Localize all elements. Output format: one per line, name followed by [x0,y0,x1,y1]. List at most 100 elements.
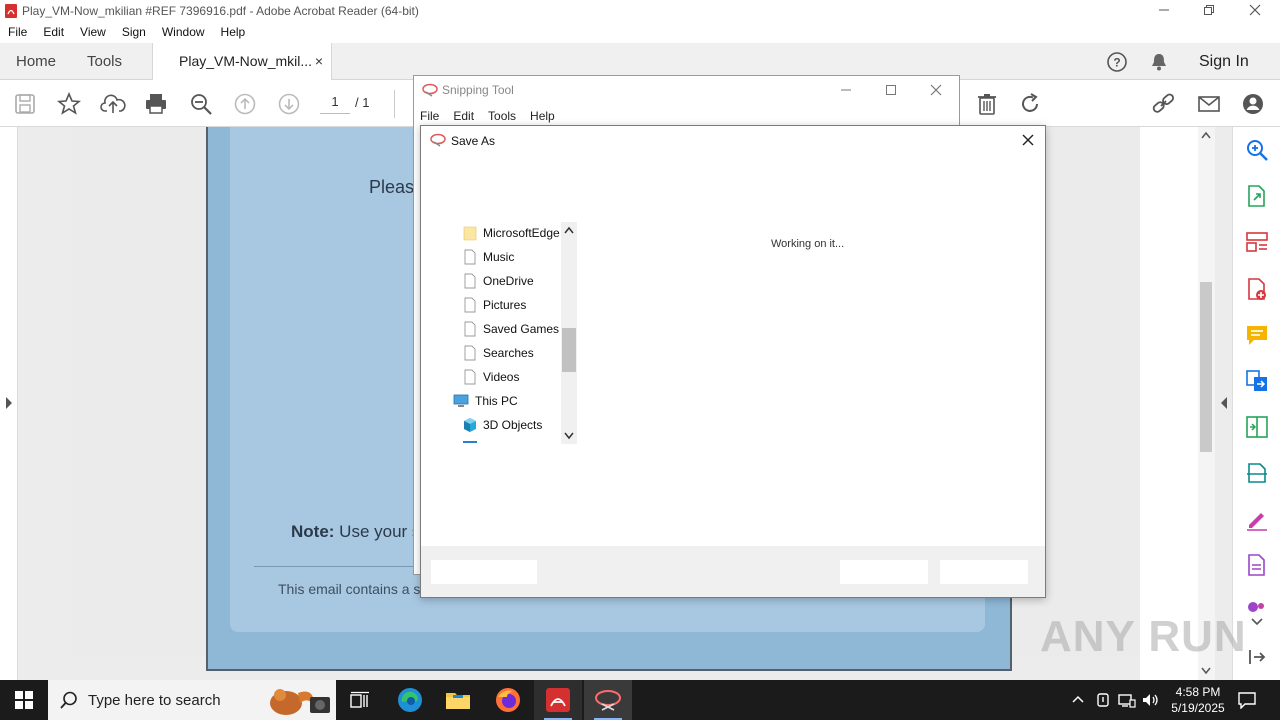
snip-menu-file[interactable]: File [420,109,439,123]
volume-icon[interactable] [1142,692,1160,708]
upload-cloud-icon[interactable] [100,91,126,117]
scan-ocr-icon[interactable] [1245,461,1269,485]
help-icon[interactable]: ? [1106,51,1128,73]
save-button[interactable] [840,560,928,584]
fill-sign-icon[interactable] [1245,507,1269,531]
start-button[interactable] [0,680,48,720]
sign-in-button[interactable]: Sign In [1199,43,1249,80]
folder-icon [463,226,477,241]
scrollbar-thumb[interactable] [1200,282,1212,452]
expand-left-panel-icon[interactable] [5,396,13,410]
tree-item-label: Searches [483,346,534,360]
scroll-down-icon[interactable] [1201,667,1211,675]
combine-files-icon[interactable] [1245,369,1269,393]
snip-minimize-icon[interactable] [840,84,852,96]
edit-pdf-icon[interactable] [1245,415,1269,439]
acrobat-taskbar-button[interactable] [534,680,582,720]
share-user-icon[interactable] [1240,91,1266,117]
folder-tree-scrollbar[interactable] [561,222,577,444]
tree-item-onedrive[interactable]: OneDrive [463,270,534,292]
tab-document[interactable]: Play_VM-Now_mkil... × [152,43,332,81]
next-page-icon[interactable] [276,91,302,117]
snipping-tool-title: Snipping Tool [442,83,514,97]
tree-scrollbar-thumb[interactable] [562,328,576,372]
chevron-down-icon[interactable] [1245,610,1269,634]
snipping-tool-taskbar-button[interactable] [584,680,632,720]
firefox-taskbar-button[interactable] [484,680,532,720]
tree-item-label: Pictures [483,298,527,312]
snip-menu-edit[interactable]: Edit [453,109,474,123]
bookmark-star-icon[interactable] [56,91,82,117]
tree-item-pictures[interactable]: Pictures [463,294,526,316]
delete-icon[interactable] [974,91,1000,117]
menu-edit[interactable]: Edit [35,22,72,39]
tree-scroll-down-icon[interactable] [564,432,574,440]
document-tools-icon[interactable] [1245,553,1269,577]
restore-icon[interactable] [1203,4,1215,16]
tree-item-3d-objects[interactable]: 3D Objects [463,414,542,436]
collapse-panel-icon[interactable] [1245,645,1269,669]
tray-device-icon[interactable] [1096,692,1110,708]
create-pdf-icon[interactable] [1245,277,1269,301]
tree-item-this-pc[interactable]: This PC [453,390,518,412]
tree-item-saved-games[interactable]: Saved Games [463,318,559,340]
page-number-input[interactable]: 1 [320,94,350,114]
tree-item-videos[interactable]: Videos [463,366,519,388]
bell-icon[interactable] [1149,51,1169,73]
export-pdf-icon[interactable] [1245,184,1269,208]
document-scrollbar[interactable] [1198,127,1215,680]
loading-status: Working on it... [771,238,845,250]
snip-close-icon[interactable] [930,84,942,96]
menu-window[interactable]: Window [154,22,213,39]
menu-sign[interactable]: Sign [114,22,154,39]
dialog-close-icon[interactable] [1019,130,1037,150]
tab-home[interactable]: Home [16,43,56,80]
system-clock[interactable]: 4:58 PM 5/19/2025 [1162,684,1234,716]
dialog-footer [421,546,1045,597]
zoom-out-icon[interactable] [188,91,214,117]
comment-icon[interactable] [1245,323,1269,347]
search-zoom-icon[interactable] [1245,138,1269,162]
menu-view[interactable]: View [72,22,114,39]
computer-icon [453,394,469,407]
task-view-button[interactable] [336,680,384,720]
tree-item-music[interactable]: Music [463,246,514,268]
tray-chevron-up-icon[interactable] [1071,694,1085,704]
tree-item-microsoftedge[interactable]: MicrosoftEdge [463,222,560,244]
acrobat-icon [546,688,570,712]
email-icon[interactable] [1196,91,1222,117]
file-explorer-taskbar-button[interactable] [434,680,482,720]
tree-item-searches[interactable]: Searches [463,342,534,364]
hide-folders-button[interactable] [431,560,537,584]
menu-help[interactable]: Help [213,22,254,39]
collapse-right-panel-icon[interactable] [1220,396,1228,410]
menu-file[interactable]: File [0,22,35,39]
close-icon[interactable] [1249,4,1261,16]
snip-maximize-icon[interactable] [885,84,897,96]
rotate-icon[interactable] [1017,91,1043,117]
taskbar-search-box[interactable]: Type here to search [48,680,336,720]
notifications-icon[interactable] [1238,691,1256,709]
search-highlight-icon [258,683,334,719]
share-link-icon[interactable] [1151,91,1177,117]
edge-taskbar-button[interactable] [386,680,434,720]
tab-close-icon[interactable]: × [315,43,323,80]
snip-menu-tools[interactable]: Tools [488,109,516,123]
save-icon[interactable] [12,91,38,117]
tab-tools[interactable]: Tools [87,43,122,80]
organize-pages-icon[interactable] [1245,230,1269,254]
minimize-icon[interactable] [1158,4,1170,16]
anyrun-watermark: ANY RUN [1040,612,1247,661]
snip-menu-help[interactable]: Help [530,109,555,123]
tree-item-partial [463,441,477,443]
right-margin [1140,127,1198,680]
window-title: Play_VM-Now_mkilian #REF 7396916.pdf - A… [22,4,419,18]
previous-page-icon[interactable] [232,91,258,117]
page-total: / 1 [355,95,370,110]
page-icon [464,369,476,385]
print-icon[interactable] [143,91,169,117]
scroll-up-icon[interactable] [1201,131,1211,139]
network-icon[interactable] [1118,692,1136,708]
cancel-button[interactable] [940,560,1028,584]
tree-scroll-up-icon[interactable] [564,226,574,234]
